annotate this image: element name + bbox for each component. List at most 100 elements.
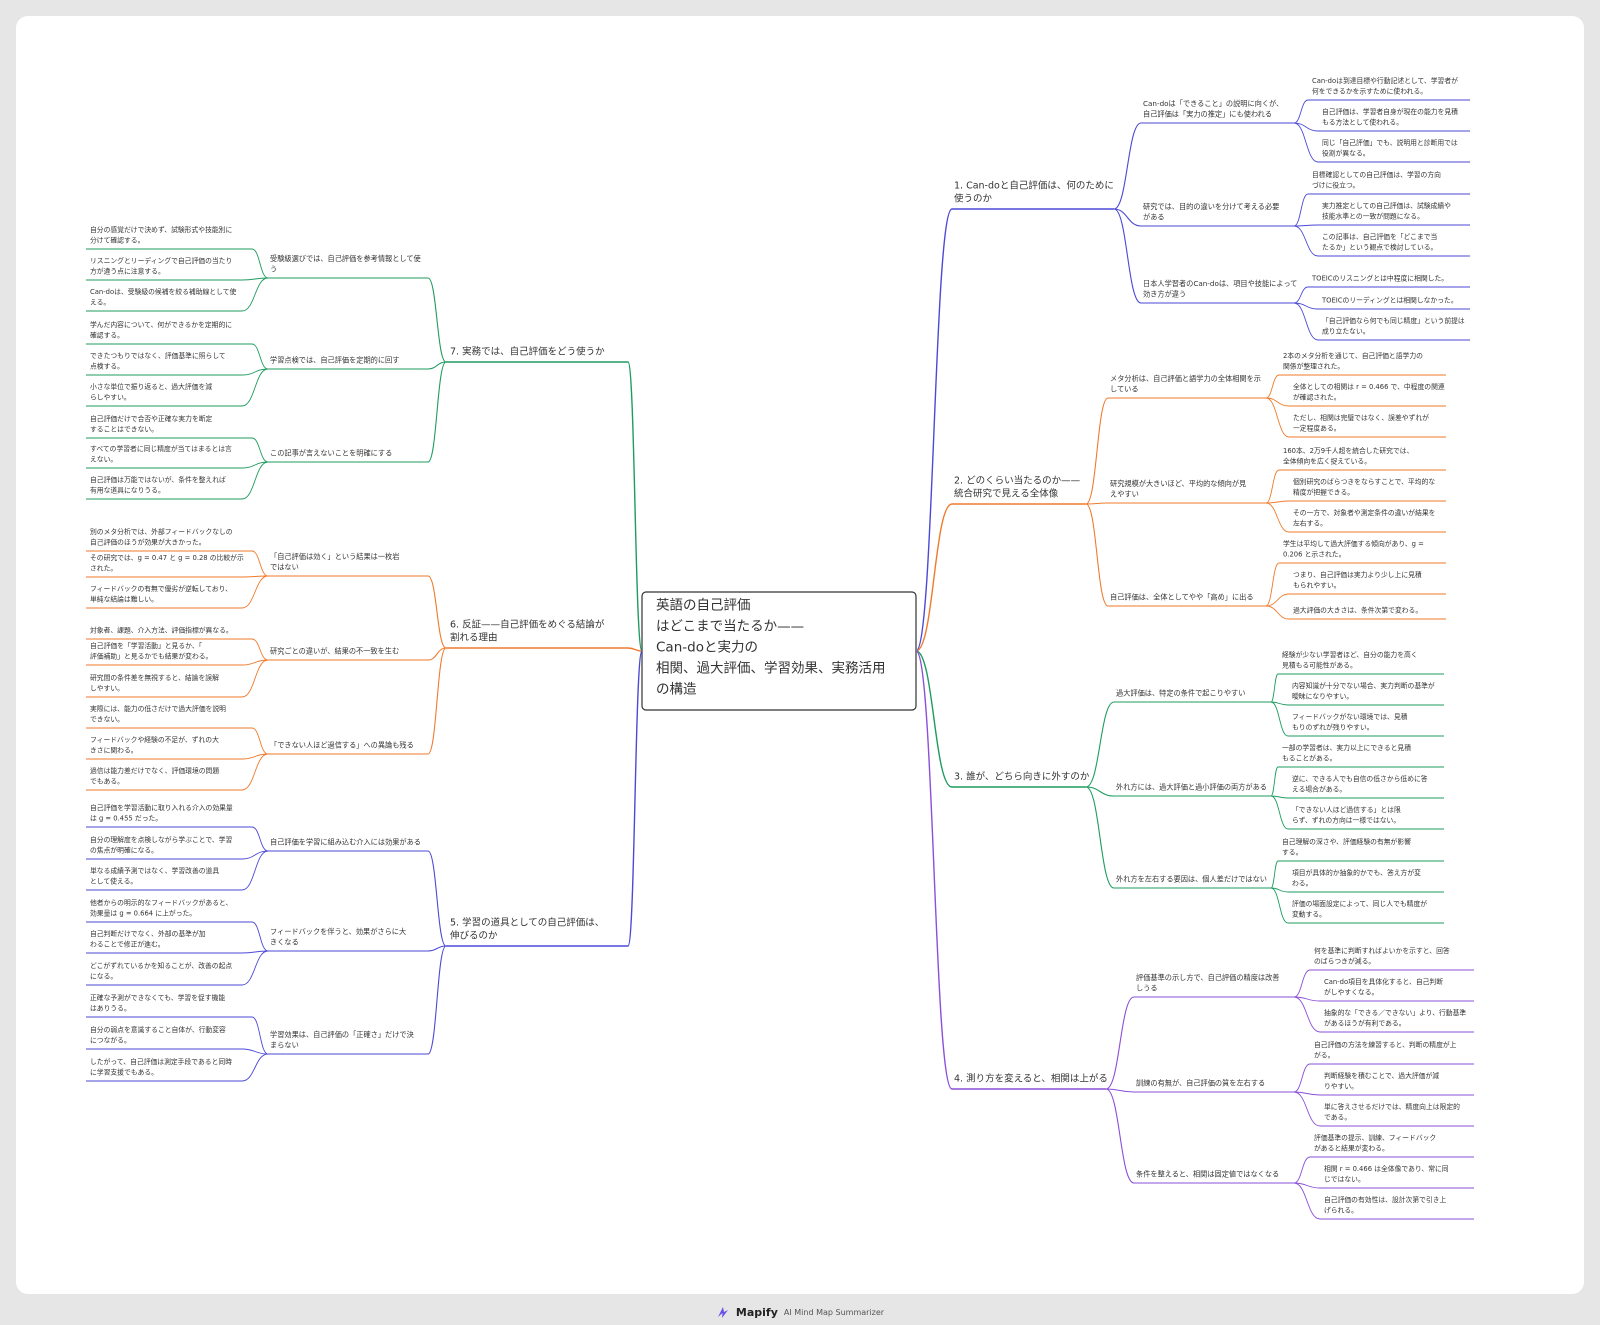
leaf-text: すべての学習者に同じ精度が当てはまるとは言えない。 (90, 444, 232, 464)
leaf-connector (1270, 766, 1279, 797)
mind-map-canvas: 英語の自己評価はどこまで当たるか—— Can-doと実力の相関、過大評価、学習効果… (16, 16, 1584, 1294)
branch-label-b4: 4. 測り方を変えると、相関は上がる (954, 1073, 1108, 1085)
subtopic-connector (1085, 786, 1115, 889)
subtopic-label: 学習点検では、自己評価を定期的に回す (270, 356, 399, 365)
leaf-text: この記事は、自己評価を「どこまで当たるか」という観点で検討している。 (1322, 232, 1437, 252)
mind-map: 英語の自己評価はどこまで当たるか—— Can-doと実力の相関、過大評価、学習効果… (86, 76, 1474, 1220)
leaf-text: 自分の感覚だけで決めず、試験形式や技能別に分けて確認する。 (90, 225, 232, 245)
footer: Mapify AI Mind Map Summarizer (0, 1302, 1600, 1322)
leaf-connector (1293, 286, 1309, 304)
leaf-text: どこがずれているかを知ることが、改善の起点になる。 (90, 961, 232, 981)
leaf-connector (251, 550, 269, 577)
leaf-text: 一部の学習者は、実力以上にできると見積もることがある。 (1282, 743, 1411, 763)
leaf-connector (1265, 397, 1290, 438)
leaf-text: 自己評価だけで合否や正確な実力を断定することはできない。 (90, 414, 213, 434)
footer-brand: Mapify (735, 1305, 778, 1319)
leaf-text: 項目が具体的か抽象的かでも、答え方が変わる。 (1292, 868, 1421, 888)
subtopic-connector (427, 647, 447, 661)
leaf-text: 他者からの明示的なフィードバックがあると、効果量は g = 0.664 に上がっ… (90, 898, 232, 918)
leaf-connector (1293, 969, 1311, 998)
subtopic-label: 自己評価を学習に組み込む介入には効果がある (270, 838, 421, 847)
leaf-text: 内容知識が十分でない場合、実力判断の基準が曖昧になりやすい。 (1292, 681, 1435, 701)
leaf-text: 自己評価は、学習者自身が現在の能力を見積もる方法として使われる。 (1322, 107, 1458, 127)
leaf-text: 相関 r = 0.466 は全体像であり、常に同じではない。 (1324, 1164, 1449, 1184)
subtopic-connector (427, 945, 447, 1055)
leaf-text: できたつもりではなく、評価基準に照らして点検する。 (90, 351, 226, 371)
subtopic-label: 研究では、目的の違いを分けて考える必要がある (1143, 202, 1279, 222)
leaf-text: 「できない人ほど過信する」とは限らず、ずれの方向は一様ではない。 (1292, 805, 1401, 825)
leaf-connector (1293, 1063, 1311, 1093)
leaf-text: 自分の理解度を点検しながら学ぶことで、学習の焦点が明確になる。 (90, 835, 232, 855)
leaf-connector (241, 277, 269, 312)
leaf-text: 何を基準に判断すればよいかを示すと、回答のばらつきが減る。 (1314, 946, 1450, 966)
leaf-connector (1293, 122, 1319, 163)
subtopic-label: 日本人学習者のCan-doは、項目や技能によって効き方が違う (1143, 279, 1297, 299)
leaf-connector (1293, 225, 1319, 257)
leaf-connector (1293, 996, 1321, 1002)
leaf-connector (1265, 374, 1280, 399)
leaf-text: 「自己評価なら何でも同じ精度」という前提は成り立たない。 (1322, 316, 1465, 336)
branch-connector (627, 361, 643, 652)
leaf-connector (241, 575, 269, 609)
leaf-text: つまり、自己評価は実力より少し上に見積もられやすい。 (1293, 570, 1422, 590)
subtopic-connector (1105, 1088, 1135, 1184)
subtopic-connector (1113, 122, 1142, 210)
subtopic-label: 受験級選びでは、自己評価を参考情報として使う (270, 254, 421, 274)
leaf-text: Can-do項目を具体化すると、自己判断がしやすくなる。 (1324, 977, 1443, 997)
leaf-text: ただし、相関は完璧ではなく、誤差やずれが一定程度ある。 (1293, 413, 1429, 433)
leaf-text: 自己理解の深さや、評価経験の有無が影響する。 (1282, 837, 1411, 857)
subtopic-label: 自己評価は、全体としてやや「高め」に出る (1110, 593, 1254, 602)
subtopic-label: 評価基準の示し方で、自己評価の精度は改善しうる (1136, 973, 1279, 993)
leaf-connector (1265, 562, 1280, 607)
leaf-text: 単なる成績予測ではなく、学習改善の道具として使える。 (90, 866, 219, 886)
leaf-connector (1293, 99, 1309, 124)
subtopic-label: メタ分析は、自己評価と語学力の全体相関を示している (1110, 374, 1261, 394)
subtopic-label: 条件を整えると、相関は固定値ではなくなる (1136, 1170, 1279, 1179)
leaf-text: 逆に、できる人でも自信の低さから低めに答える場合がある。 (1292, 774, 1428, 794)
leaf-text: 目標確認としての自己評価は、学習の方向づけに役立つ。 (1312, 170, 1441, 190)
leaf-text: 自己評価の有効性は、設計次第で引き上げられる。 (1324, 1195, 1447, 1215)
leaf-connector (1265, 605, 1290, 620)
leaf-connector (1293, 1156, 1311, 1184)
branch-connector (915, 503, 953, 652)
leaf-text: TOEICのリスニングとは中程度に相関した。 (1311, 273, 1448, 282)
leaf-connector (1265, 502, 1290, 533)
subtopic-connector (427, 361, 447, 463)
leaf-text: フィードバックや経験の不足が、ずれの大きさに関わる。 (90, 735, 219, 755)
branch-label-b5: 5. 学習の道具としての自己評価は、伸びるのか (450, 917, 604, 942)
leaf-text: 自分の弱点を意識すること自体が、行動変容につながる。 (90, 1025, 226, 1045)
leaf-text: リスニングとリーディングで自己評価の当たり方が違う点に注意する。 (90, 256, 232, 275)
leaf-connector (241, 659, 269, 666)
subtopic-connector (1085, 397, 1109, 505)
leaf-connector (241, 753, 269, 791)
leaf-text: 全体としての相関は r = 0.466 で、中程度の関連が確認された。 (1293, 382, 1445, 402)
subtopic-label: 学習効果は、自己評価の「正確さ」だけで決まらない (270, 1030, 414, 1050)
subtopic-connector (427, 277, 447, 363)
leaf-text: 対象者、課題、介入方法、評価指標が異なる。 (90, 625, 233, 634)
branch-connector (915, 208, 953, 652)
leaf-connector (1265, 500, 1290, 504)
leaf-connector (251, 638, 269, 661)
branch-label-b6: 6. 反証——自己評価をめぐる結論が割れる理由 (450, 619, 605, 644)
subtopic-connector (427, 647, 447, 755)
leaf-text: 抽象的な「できる／できない」より、行動基準があるほうが有利である。 (1324, 1008, 1466, 1028)
branch-label-b3: 3. 誰が、どちら向きに外すのか (954, 771, 1090, 783)
subtopic-connector (1085, 503, 1109, 607)
branch-connector (627, 647, 643, 652)
leaf-connector (1293, 1091, 1321, 1127)
leaf-text: 研究間の条件差を無視すると、結論を誤解しやすい。 (90, 673, 219, 693)
leaf-text: 自己判断だけでなく、外部の基準が加わることで修正が進む。 (90, 929, 206, 949)
subtopic-connector (1085, 701, 1115, 788)
subtopic-label: 過大評価は、特定の条件で起こりやすい (1116, 689, 1245, 698)
leaf-connector (1270, 795, 1289, 830)
leaf-connector (1293, 224, 1319, 227)
leaf-text: 小さな単位で振り返ると、過大評価を減らしやすい。 (90, 382, 212, 402)
leaf-connector (251, 921, 269, 952)
branch-connector (915, 650, 953, 788)
subtopic-connector (1113, 208, 1142, 304)
subtopic-label: Can-doは「できること」の説明に向くが、自己評価は「実力の推定」にも使われる (1143, 99, 1283, 119)
leaf-connector (251, 826, 269, 852)
leaf-text: 実際には、能力の低さだけで過大評価を説明できない。 (90, 704, 226, 724)
leaf-text: その研究では、g = 0.47 と g = 0.28 の比較が示された。 (90, 553, 244, 573)
branch-connector (627, 650, 643, 947)
